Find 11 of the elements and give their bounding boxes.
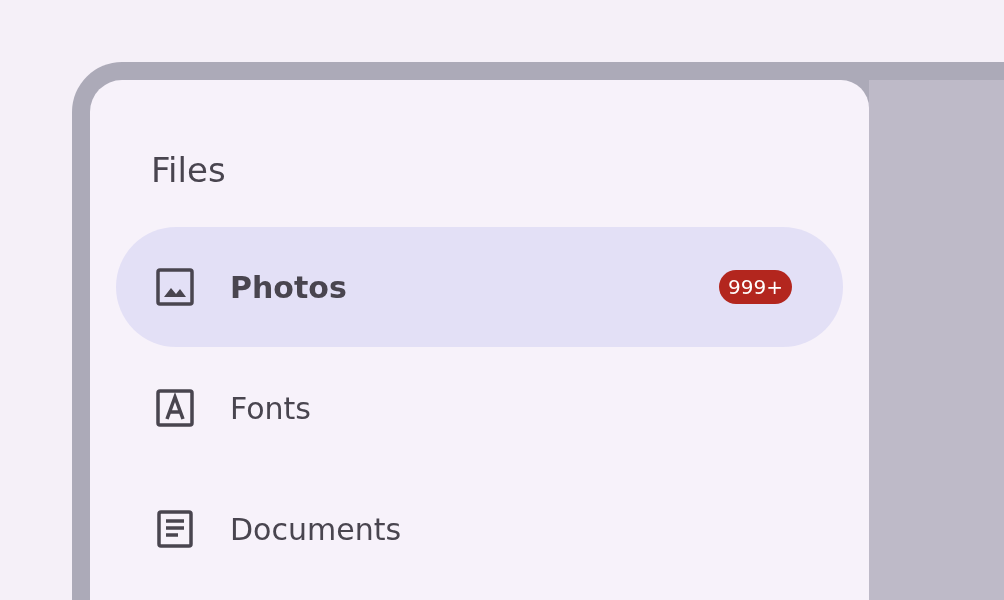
- item-label: Documents: [230, 511, 403, 547]
- count-badge: 999+: [719, 270, 792, 304]
- letter-a-icon: [155, 388, 195, 428]
- drawer-item[interactable]: Photos 999+: [116, 227, 843, 347]
- drawer-item[interactable]: Fonts: [116, 348, 843, 468]
- document-icon: [155, 509, 195, 549]
- image-icon: [155, 267, 195, 307]
- item-label: Fonts: [230, 390, 312, 426]
- drawer-title: Files: [151, 149, 226, 192]
- item-label: Photos: [230, 269, 348, 305]
- drawer-item[interactable]: Documents: [116, 469, 843, 589]
